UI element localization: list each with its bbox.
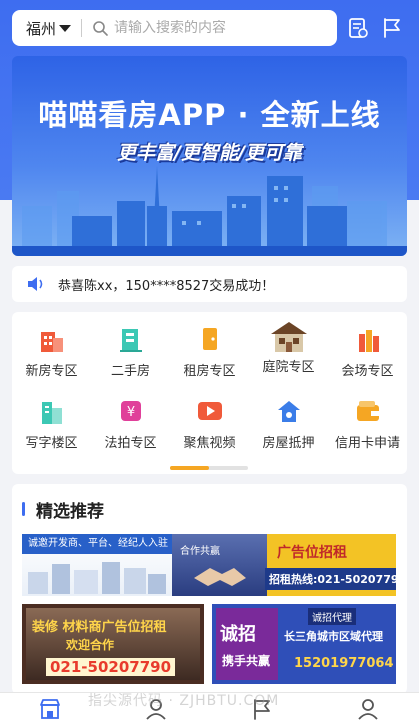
video-icon <box>197 402 222 420</box>
menu-item-rental[interactable]: 租房专区 <box>170 312 249 379</box>
search-row: 福州 <box>12 10 412 48</box>
ad-banner-rent[interactable]: 诚邀开发商、平台、经纪人入驻 合作共赢 广告位招租 招租热线:021-50207… <box>22 534 396 596</box>
profile-icon[interactable] <box>356 697 380 721</box>
door-icon <box>202 328 217 350</box>
menu-item-second-hand[interactable]: 二手房 <box>91 312 170 379</box>
ad-banner-decoration[interactable]: 装修 材料商广告位招租 欢迎合作 021-50207790 <box>22 604 204 684</box>
menu-item-mortgage[interactable]: 房屋抵押 <box>249 384 328 451</box>
ad-right-phone: 招租热线:021-50207790 <box>265 568 396 590</box>
menu-item-new-house[interactable]: 新房专区 <box>12 312 91 379</box>
menu-label: 会场专区 <box>341 364 394 379</box>
ad-left-title: 诚招 <box>220 624 256 645</box>
menu-label: 信用卡申请 <box>334 436 400 451</box>
section-title: 精选推荐 <box>36 502 104 522</box>
menu-label: 房屋抵押 <box>262 436 315 451</box>
menu-label: 法拍专区 <box>104 436 157 451</box>
ad-handshake-panel: 合作共赢 <box>172 534 267 596</box>
city-skyline-illustration <box>12 166 407 256</box>
caret-down-icon <box>59 24 72 32</box>
svg-text:¥: ¥ <box>126 405 134 420</box>
apartment-icon <box>119 329 142 352</box>
menu-item-venue[interactable]: 会场专区 <box>328 312 407 379</box>
flag-icon[interactable] <box>380 16 404 40</box>
menu-label: 新房专区 <box>25 364 78 379</box>
divider <box>81 19 83 37</box>
menu-item-office[interactable]: 写字楼区 <box>12 384 91 451</box>
receipt-icon[interactable] <box>346 16 370 40</box>
menu-item-courtyard[interactable]: 庭院专区 <box>249 312 328 378</box>
section-accent-bar <box>22 502 25 516</box>
menu-page-indicator-fill <box>170 466 209 470</box>
featured-section: 精选推荐 诚邀开发商、平台、经纪人入驻 合作共赢 广告位招租 招租热线:021-… <box>12 484 407 694</box>
menu-label: 二手房 <box>110 364 150 379</box>
handshake-icon <box>194 568 246 586</box>
menu-label: 租房专区 <box>183 364 236 379</box>
watermark: 指尖源代码 · ZJHBTU.COM <box>88 693 280 709</box>
ad-right-title: 长三角城市区域代理 <box>284 630 383 643</box>
wallet-icon <box>356 401 379 421</box>
search-icon <box>93 21 108 36</box>
menu-item-video[interactable]: 聚焦视频 <box>170 384 249 451</box>
ad-mid-text: 合作共赢 <box>180 546 220 557</box>
menu-label: 写字楼区 <box>25 436 78 451</box>
city-label: 福州 <box>26 19 57 38</box>
search-box[interactable]: 福州 <box>12 10 337 46</box>
ad-right-panel: 广告位招租 招租热线:021-50207790 <box>265 534 396 596</box>
menu-item-auction[interactable]: ¥ 法拍专区 <box>91 384 170 451</box>
announcement-ticker[interactable]: 恭喜陈xx，150****8527交易成功！ <box>12 266 407 302</box>
ticker-text: 恭喜陈xx，150****8527交易成功！ <box>58 278 275 294</box>
home-store-icon[interactable] <box>38 697 62 721</box>
category-menu: 新房专区 二手房 租房专区 庭院专区 会场专区 写字楼区 ¥ 法拍专区 聚焦视频… <box>12 312 407 474</box>
promo-banner[interactable]: 喵喵看房APP · 全新上线 更丰富/更智能/更可靠 <box>12 56 407 256</box>
office-icon <box>41 402 62 424</box>
ad-left-sub: 携手共赢 <box>222 654 271 668</box>
city-selector[interactable]: 福州 <box>12 18 72 39</box>
auction-icon: ¥ <box>120 401 141 421</box>
speaker-icon <box>28 277 43 291</box>
mortgage-icon <box>277 401 300 422</box>
building-icon <box>40 332 63 352</box>
ad-tag: 诚招代理 <box>308 608 356 625</box>
search-input[interactable] <box>114 20 315 36</box>
ad-line2: 欢迎合作 <box>66 638 115 652</box>
ad-banner-agency[interactable]: 诚招 携手共赢 诚招代理 长三角城市区域代理 15201977064 <box>212 604 396 684</box>
ad-left-panel: 诚招 携手共赢 <box>216 608 278 680</box>
house-icon <box>270 322 307 352</box>
ad-line1: 装修 材料商广告位招租 <box>32 620 167 635</box>
buildings-illustration <box>28 562 166 594</box>
menu-item-credit-card[interactable]: 信用卡申请 <box>328 384 407 451</box>
ad-phone: 15201977064 <box>294 656 394 671</box>
ad-left-panel: 诚邀开发商、平台、经纪人入驻 <box>22 534 172 596</box>
ad-phone: 021-50207790 <box>46 658 176 676</box>
menu-page-indicator <box>170 466 248 470</box>
ad-right-title: 广告位招租 <box>277 545 347 561</box>
menu-label: 庭院专区 <box>262 360 315 375</box>
menu-label: 聚焦视频 <box>183 436 236 451</box>
ad-left-text: 诚邀开发商、平台、经纪人入驻 <box>22 534 172 554</box>
ad-interior-photo: 装修 材料商广告位招租 欢迎合作 021-50207790 <box>26 608 200 680</box>
banner-title: 喵喵看房APP · 全新上线 <box>38 98 381 132</box>
venue-icon <box>358 330 379 352</box>
